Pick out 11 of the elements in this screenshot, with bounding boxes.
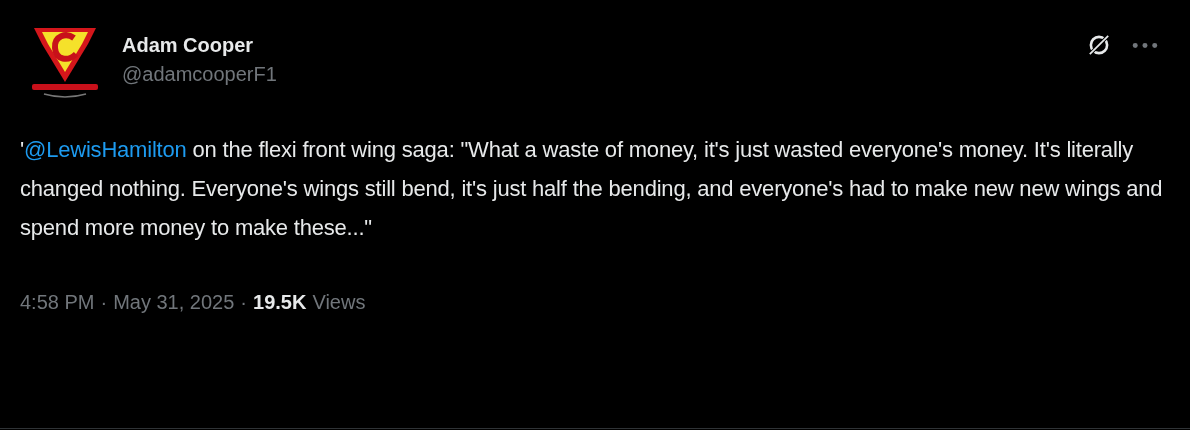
more-icon[interactable] — [1132, 40, 1158, 50]
tweet-text: '@LewisHamilton on the flexi front wing saga: "What a waste of money, it's just wasted everyone's money. It's literally changed nothing. Everyone's wings still bend, it's just half the bending, and everyone's had to make new new wings and spend more money to make these..." — [20, 136, 1164, 242]
views-count: 19.5K — [253, 291, 307, 314]
author-name[interactable]: Adam Cooper — [122, 34, 1086, 57]
views-label: Views — [312, 291, 366, 314]
separator-dot: · — [100, 291, 108, 314]
tweet-time[interactable]: 4:58 PM — [20, 291, 95, 314]
mention-link[interactable]: @LewisHamilton — [24, 137, 187, 162]
author-handle[interactable]: @adamcooperF1 — [122, 63, 1086, 86]
separator-dot: · — [240, 291, 248, 314]
tweet-date[interactable]: May 31, 2025 — [113, 291, 235, 314]
